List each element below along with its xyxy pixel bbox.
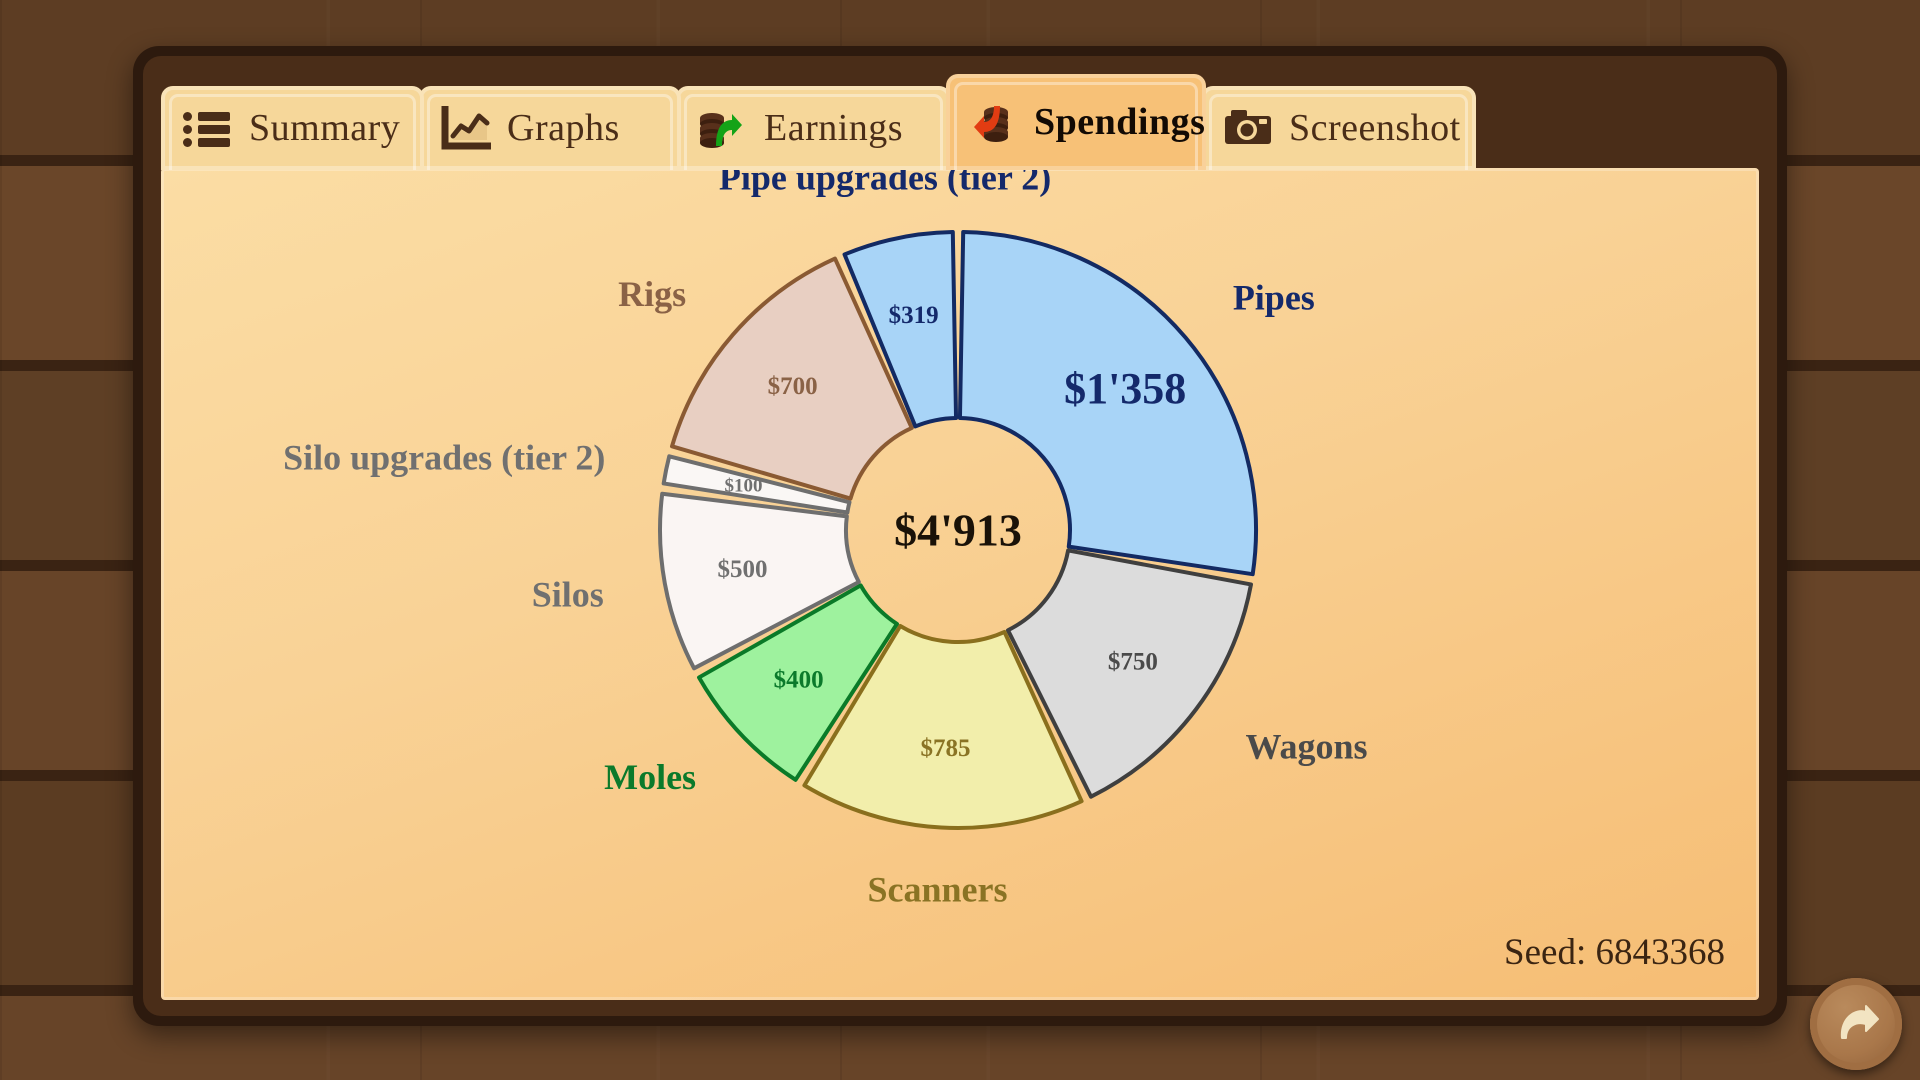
slice-label-3: Moles — [604, 757, 696, 797]
slice-value-1: $750 — [1108, 648, 1158, 675]
back-arrow-icon — [1840, 1005, 1879, 1039]
tab-label-screenshot: Screenshot — [1289, 107, 1461, 149]
chart-center-total: $4'913 — [894, 505, 1022, 556]
slice-label-6: Rigs — [618, 274, 686, 314]
slice-value-3: $400 — [774, 667, 824, 694]
tab-earnings[interactable]: Earnings — [676, 86, 951, 170]
camera-icon — [1223, 106, 1273, 150]
spendings-panel: $1'358 Pipes $750 Wagons $785 Scanners $400 Mol… — [161, 168, 1759, 1000]
list-icon — [183, 106, 233, 150]
back-button[interactable] — [1810, 978, 1902, 1070]
tab-screenshot[interactable]: Screenshot — [1201, 86, 1476, 170]
donut-chart-svg: $1'358 Pipes $750 Wagons $785 Scanners $400 Mol… — [283, 168, 1367, 909]
slice-value-2: $785 — [921, 735, 971, 762]
tab-spendings[interactable]: Spendings — [946, 74, 1206, 170]
coins-up-arrow-icon — [698, 106, 748, 150]
line-chart-icon — [441, 104, 493, 150]
slice-value-6: $700 — [768, 373, 818, 400]
slice-label-7: Pipe upgrades (tier 2) — [719, 168, 1051, 197]
slice-value-4: $500 — [718, 556, 768, 583]
tab-bar: Summary Graphs Earnings Spendings Screenshot — [161, 72, 1759, 170]
slice-label-1: Wagons — [1245, 727, 1367, 767]
slice-label-5: Silo upgrades (tier 2) — [283, 437, 605, 477]
tab-summary[interactable]: Summary — [161, 86, 424, 170]
coins-down-arrow-icon — [968, 100, 1018, 144]
seed-label: Seed: 6843368 — [1504, 932, 1725, 973]
slice-value-7: $319 — [889, 302, 939, 329]
slice-label-0: Pipes — [1233, 277, 1315, 317]
stats-window: Summary Graphs Earnings Spendings Screenshot… — [133, 46, 1787, 1026]
window-inner-frame: Summary Graphs Earnings Spendings Screenshot… — [143, 56, 1777, 1016]
spendings-pie-chart: $1'358 Pipes $750 Wagons $785 Scanners $400 Mol… — [161, 168, 1759, 1000]
slice-value-0: $1'358 — [1064, 364, 1186, 413]
slice-label-2: Scanners — [868, 869, 1008, 909]
slice-value-5: $100 — [725, 475, 763, 496]
tab-label-summary: Summary — [249, 107, 401, 149]
slice-label-4: Silos — [532, 575, 604, 615]
tab-label-spendings: Spendings — [1034, 101, 1206, 143]
tab-label-graphs: Graphs — [507, 107, 620, 149]
tab-label-earnings: Earnings — [764, 107, 904, 149]
tab-graphs[interactable]: Graphs — [419, 86, 681, 170]
